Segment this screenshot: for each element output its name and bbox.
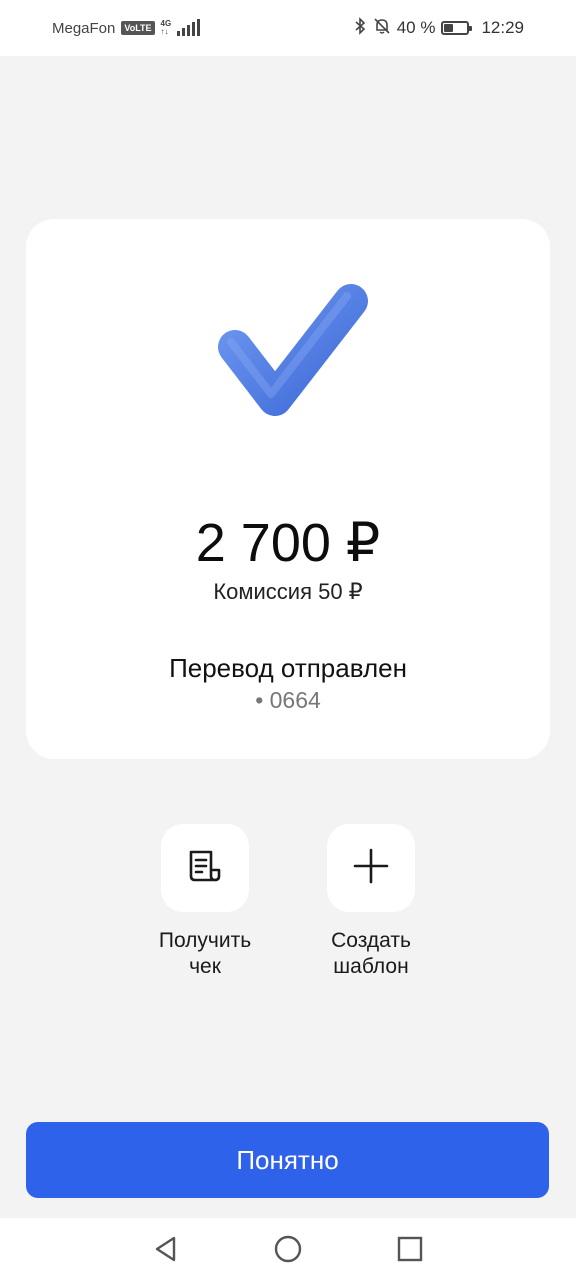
ok-button[interactable]: Понятно (26, 1122, 549, 1198)
back-icon[interactable] (148, 1231, 184, 1267)
battery-icon (441, 21, 473, 35)
get-receipt-action[interactable]: Получить чек (130, 824, 280, 980)
get-receipt-button[interactable] (161, 824, 249, 912)
signal-icon (177, 19, 201, 36)
create-template-button[interactable] (327, 824, 415, 912)
network-type: 4G ↑↓ (160, 19, 172, 36)
create-template-action[interactable]: Создать шаблон (296, 824, 446, 980)
transfer-result-card: 2 700 ₽ Комиссия 50 ₽ Перевод отправлен … (26, 219, 550, 759)
plus-icon (353, 848, 389, 889)
home-icon[interactable] (270, 1231, 306, 1267)
recents-icon[interactable] (392, 1231, 428, 1267)
status-bar: MegaFon VoLTE 4G ↑↓ 40 % 12:29 (0, 0, 576, 56)
card-number: • 0664 (255, 687, 321, 713)
create-template-label: Создать шаблон (331, 929, 411, 978)
status-title: Перевод отправлен (169, 653, 407, 683)
get-receipt-label: Получить чек (158, 929, 252, 978)
transfer-amount: 2 700 ₽ (195, 513, 381, 573)
mute-bell-icon (373, 17, 391, 40)
clock: 12:29 (481, 18, 524, 37)
system-nav-bar (0, 1218, 576, 1280)
volte-badge: VoLTE (121, 21, 155, 35)
checkmark-icon (213, 279, 373, 429)
receipt-icon (185, 848, 225, 889)
carrier-name: MegaFon (52, 19, 116, 37)
commission-text: Комиссия 50 ₽ (213, 579, 363, 604)
bluetooth-icon (353, 16, 367, 40)
battery-percent: 40 % (396, 18, 436, 37)
